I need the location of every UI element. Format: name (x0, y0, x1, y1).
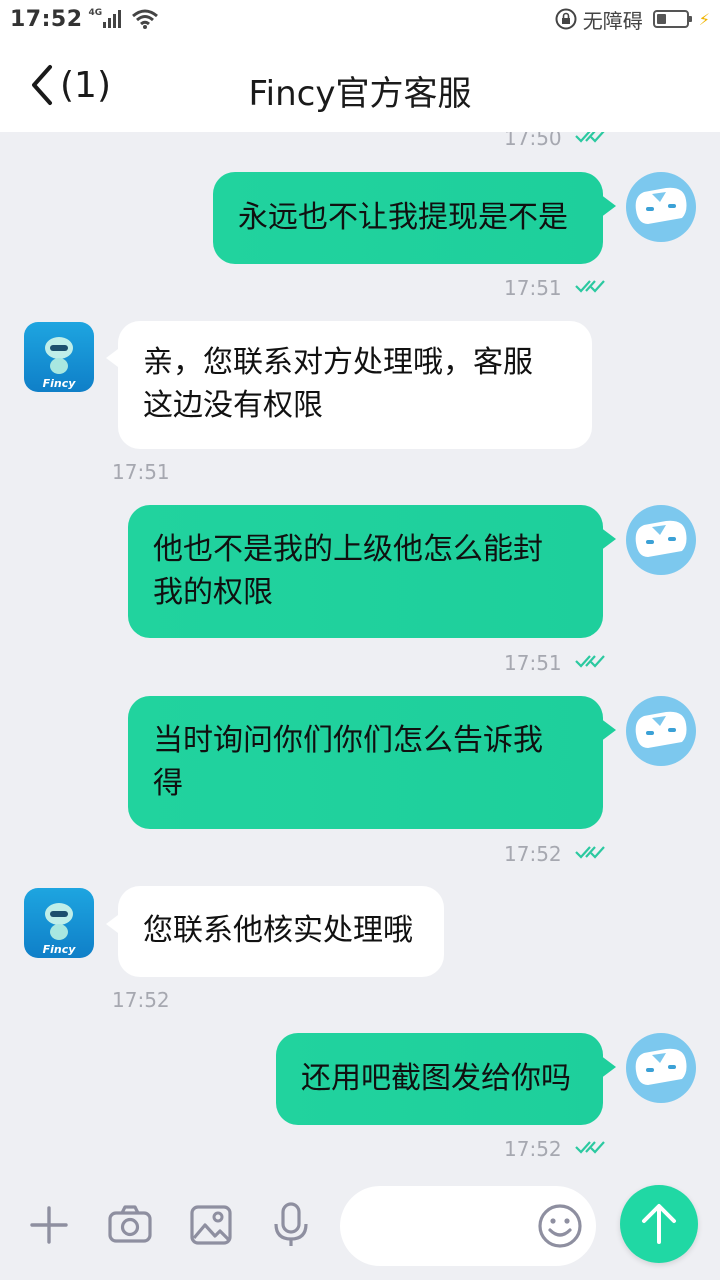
message-time: 17:52 (112, 988, 170, 1012)
message-text: 还用吧截图发给你吗 (301, 1061, 571, 1096)
message-time: 17:51 (112, 460, 170, 484)
read-ticks-icon (575, 846, 605, 859)
message-time: 17:51 (504, 276, 562, 300)
send-arrow-icon (642, 1204, 676, 1244)
chat-header: (1) Fincy官方客服 (0, 38, 720, 132)
message-outgoing[interactable]: 当时询问你们你们怎么告诉我 得 17:52 (0, 696, 720, 866)
message-time: 17:50 (504, 132, 562, 150)
charging-icon: ⚡ (698, 9, 710, 29)
agent-avatar-logo-text: Fincy (43, 943, 77, 956)
message-outgoing[interactable]: 他也不是我的上级他怎么能封 我的权限 17:51 (0, 505, 720, 675)
network-type: 4G (88, 8, 103, 18)
message-text: 您联系他核实处理哦 (143, 913, 413, 948)
status-bar: 17:52 4G 无障碍 ⚡ (0, 0, 720, 38)
user-avatar[interactable] (626, 505, 696, 575)
read-ticks-icon (575, 1141, 605, 1154)
message-time: 17:51 (504, 651, 562, 675)
plus-icon[interactable] (26, 1202, 72, 1248)
message-text: 亲，您联系对方处理哦，客服 (143, 345, 533, 380)
camera-icon[interactable] (107, 1202, 153, 1248)
input-bar (0, 1180, 720, 1280)
chat-list[interactable]: 17:50 永远也不让我提现是不是 17:51 Fincy 亲，您联系对方处理哦… (0, 132, 720, 1180)
message-text: 我的权限 (153, 575, 273, 610)
message-text: 当时询问你们你们怎么告诉我 (153, 723, 543, 758)
agent-avatar[interactable]: Fincy (24, 322, 94, 392)
page-title: Fincy官方客服 (248, 74, 472, 114)
battery-icon (652, 10, 692, 28)
read-ticks-icon (575, 132, 605, 143)
signal-icon (103, 10, 122, 28)
emoji-icon[interactable] (536, 1202, 584, 1250)
user-avatar[interactable] (626, 696, 696, 766)
microphone-icon[interactable] (268, 1202, 314, 1248)
send-button[interactable] (620, 1185, 698, 1263)
user-avatar[interactable] (626, 1033, 696, 1103)
message-incoming[interactable]: Fincy 您联系他核实处理哦 17:52 (0, 886, 720, 1016)
lock-icon (555, 8, 577, 30)
message-time: 17:52 (504, 1137, 562, 1161)
message-outgoing[interactable]: 永远也不让我提现是不是 17:51 (0, 172, 720, 302)
message-text: 永远也不让我提现是不是 (238, 200, 568, 235)
accessibility-label: 无障碍 (582, 8, 643, 33)
message-time: 17:52 (504, 842, 562, 866)
status-time: 17:52 (10, 6, 83, 32)
message-text: 得 (153, 766, 183, 801)
message-text: 这边没有权限 (143, 388, 323, 423)
message-outgoing[interactable]: 还用吧截图发给你吗 17:52 (0, 1033, 720, 1163)
message-incoming[interactable]: Fincy 亲，您联系对方处理哦，客服 这边没有权限 17:51 (0, 320, 720, 484)
read-ticks-icon (575, 655, 605, 668)
wifi-icon (132, 9, 159, 29)
image-icon[interactable] (188, 1202, 234, 1248)
agent-avatar[interactable]: Fincy (24, 888, 94, 958)
read-ticks-icon (575, 280, 605, 293)
message-text: 他也不是我的上级他怎么能封 (153, 532, 543, 567)
user-avatar[interactable] (626, 172, 696, 242)
agent-avatar-logo-text: Fincy (43, 377, 77, 390)
